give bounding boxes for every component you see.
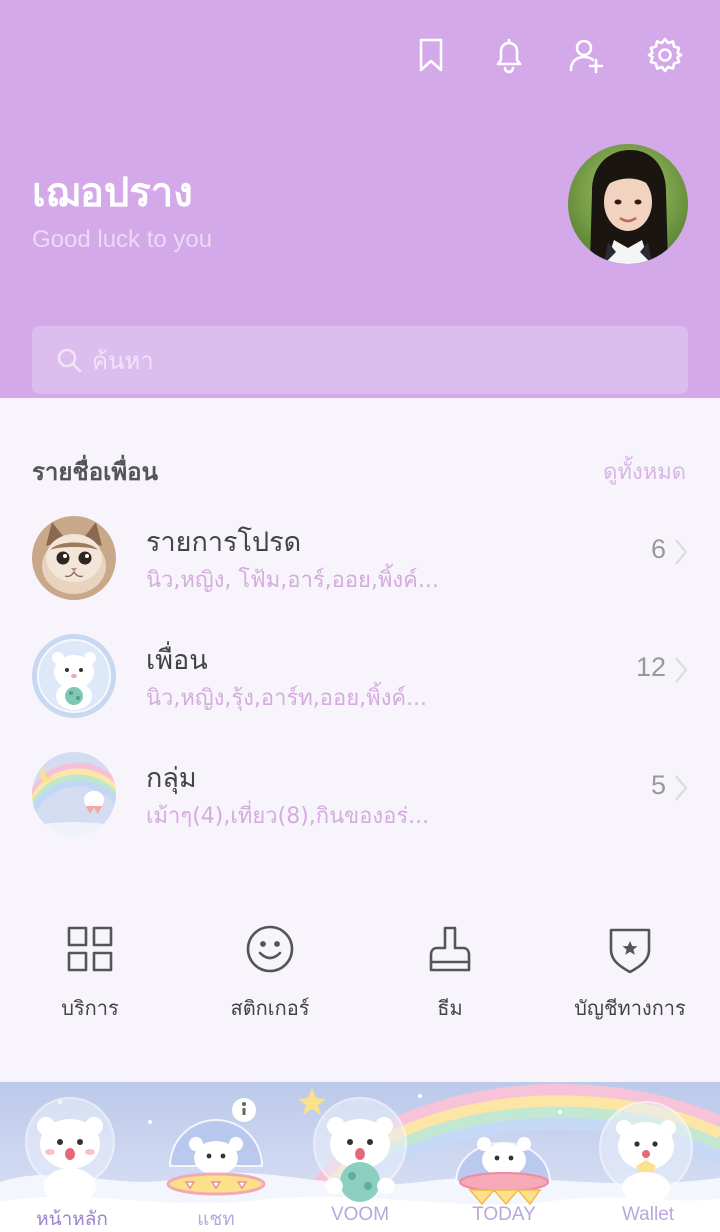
profile-status-message[interactable]: Good luck to you [32,226,212,254]
stickers-button[interactable]: สติกเกอร์ [180,922,360,1024]
avatar[interactable] [568,144,688,264]
smiley-icon [246,925,294,973]
tab-chat[interactable]: แชท [156,1204,276,1232]
shield-star-icon [609,928,651,974]
official-accounts-button[interactable]: บัญชีทางการ [540,922,720,1024]
friend-group-count: 12 [635,652,666,682]
header-actions [410,34,686,76]
chevron-right-icon [674,538,688,566]
see-all-link[interactable]: ดูทั้งหมด [603,454,686,489]
services-button[interactable]: บริการ [0,922,180,1024]
menu-label: สติกเกอร์ [230,996,310,1020]
friends-thumbnail [32,634,116,718]
friend-group-friends[interactable]: เพื่อน นิว,หญิง,รุ้ง,อาร์ท,ออย,พิ้งค์...… [0,626,720,726]
bookmark-icon[interactable] [410,34,452,76]
shortcut-menu: บริการ สติกเกอร์ ธีม บัญชีทางการ [0,922,720,1032]
brush-icon [429,926,471,972]
add-friend-icon[interactable] [566,34,608,76]
bottom-tab-bar: หน้าหลัก แชท VOOM TODAY Wallet [0,1082,720,1232]
grid-icon [67,926,113,972]
tab-home[interactable]: หน้าหลัก [12,1204,132,1232]
themes-button[interactable]: ธีม [360,922,540,1024]
tab-today[interactable]: TODAY [444,1204,564,1226]
tab-voom[interactable]: VOOM [300,1204,420,1226]
search-bar[interactable]: ค้นหา [32,326,688,394]
menu-label: บัญชีทางการ [574,996,686,1020]
friend-group-members: นิว,หญิง,รุ้ง,อาร์ท,ออย,พิ้งค์... [146,686,428,711]
profile-name[interactable]: เฌอปราง [32,160,193,224]
favorites-thumbnail [32,516,116,600]
friend-group-label: กลุ่ม [146,763,197,794]
menu-label: บริการ [61,996,119,1020]
friend-group-groups[interactable]: กลุ่ม เม้าๆ(4),เที่ยว(8),กินของอร่... 5 [0,744,720,844]
profile-header: เฌอปราง Good luck to you ค้นหา [0,0,720,398]
friend-group-favorites[interactable]: รายการโปรด นิว,หญิง, โฟ้ม,อาร์,ออย,พิ้งค… [0,508,720,608]
groups-thumbnail [32,752,116,836]
friends-section-title: รายชื่อเพื่อน [32,458,158,486]
bell-icon[interactable] [488,34,530,76]
chevron-right-icon [674,656,688,684]
friend-group-members: นิว,หญิง, โฟ้ม,อาร์,ออย,พิ้งค์... [146,568,439,593]
tab-wallet[interactable]: Wallet [588,1204,708,1226]
chevron-right-icon [674,774,688,802]
menu-label: ธีม [437,996,463,1020]
search-icon [57,348,82,373]
friend-group-label: เพื่อน [146,645,208,676]
friend-group-count: 6 [650,534,666,564]
friend-group-count: 5 [650,770,666,800]
friend-group-label: รายการโปรด [146,527,302,558]
gear-icon[interactable] [644,34,686,76]
friend-group-members: เม้าๆ(4),เที่ยว(8),กินของอร่... [146,804,430,829]
search-placeholder: ค้นหา [92,346,154,375]
